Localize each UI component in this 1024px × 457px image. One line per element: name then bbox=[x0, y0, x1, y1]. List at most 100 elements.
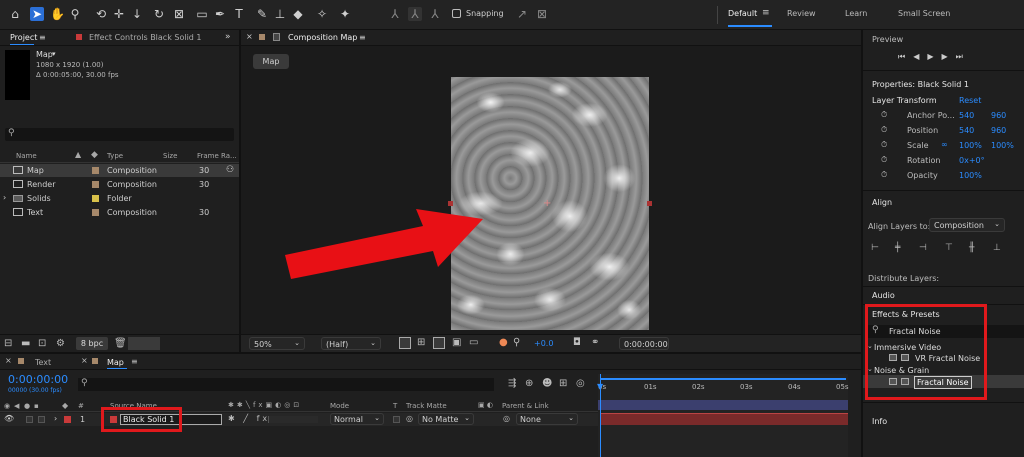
work-area-bar[interactable] bbox=[600, 378, 846, 380]
lock-icon[interactable]: ▪ bbox=[34, 402, 39, 410]
info-title[interactable]: Info bbox=[872, 417, 887, 426]
tab-effect-controls[interactable]: Effect Controls Black Solid 1 bbox=[89, 33, 202, 42]
stopwatch-icon[interactable]: ⏱ bbox=[881, 125, 887, 135]
type-tool-icon[interactable]: T bbox=[232, 7, 246, 21]
switches-icons[interactable]: ✱✱╲fx▣◐◎⊡ bbox=[228, 401, 302, 409]
label-swatch[interactable] bbox=[92, 167, 99, 174]
eraser-tool-icon[interactable]: ◆ bbox=[291, 7, 305, 21]
pan-camera-icon[interactable]: ✛ bbox=[112, 7, 126, 21]
bit-depth-button[interactable]: 8 bpc bbox=[76, 337, 108, 350]
col-t[interactable]: T bbox=[393, 402, 397, 410]
prop-value-y[interactable]: 960 bbox=[991, 111, 1006, 120]
stopwatch-icon[interactable]: ⏱ bbox=[881, 155, 887, 165]
col-mode[interactable]: Mode bbox=[330, 402, 349, 410]
snap-features-icon[interactable]: ⊠ bbox=[535, 7, 549, 21]
expand-chevron-icon[interactable]: » bbox=[225, 32, 231, 42]
audio-toggle-icon[interactable]: ◀ bbox=[14, 402, 19, 410]
solo-icon[interactable]: ● bbox=[24, 402, 30, 410]
stopwatch-icon[interactable]: ⏱ bbox=[881, 110, 887, 120]
stopwatch-icon[interactable]: ⏱ bbox=[881, 140, 887, 150]
layer-switch-boxes[interactable] bbox=[268, 416, 318, 423]
video-toggle-icon[interactable]: ◉ bbox=[4, 402, 10, 410]
tab-composition-map[interactable]: Composition Map bbox=[288, 33, 357, 42]
col-track-matte[interactable]: Track Matte bbox=[406, 402, 447, 410]
col-frame-rate[interactable]: Frame Ra... bbox=[197, 152, 237, 160]
list-item[interactable]: › Solids Folder bbox=[0, 192, 239, 205]
workspace-default[interactable]: Default bbox=[728, 9, 757, 18]
color-channels-icon[interactable]: ● bbox=[499, 337, 508, 348]
eye-icon[interactable]: 👁 bbox=[4, 414, 14, 423]
comp-timecode[interactable]: 0:00:00:00 bbox=[619, 337, 669, 350]
project-thumbnail-toggle[interactable] bbox=[128, 337, 160, 350]
prop-value-x[interactable]: 100% bbox=[959, 141, 982, 150]
tab-project[interactable]: Project bbox=[10, 33, 37, 42]
grid-guide-icon[interactable]: ▭ bbox=[469, 337, 478, 348]
breadcrumb[interactable]: Map bbox=[253, 54, 289, 69]
flowchart-icon[interactable]: ⚇ bbox=[226, 165, 234, 175]
label-swatch[interactable] bbox=[92, 181, 99, 188]
lock-icon[interactable] bbox=[273, 33, 280, 41]
panel-menu-icon[interactable]: ≡ bbox=[39, 33, 46, 42]
pen-tool-icon[interactable]: ✒ bbox=[213, 7, 227, 21]
frame-blending-icon[interactable]: ⊞ bbox=[559, 378, 567, 389]
align-horizontal-center-icon[interactable]: ╪ bbox=[895, 243, 900, 253]
prop-value[interactable]: 0x+0° bbox=[959, 156, 985, 165]
orbit-camera-icon[interactable]: ⟲ bbox=[94, 7, 108, 21]
last-frame-icon[interactable]: ⏭ bbox=[956, 52, 971, 61]
timeline-search-input[interactable]: ⚲ bbox=[78, 378, 494, 391]
align-vertical-center-icon[interactable]: ╫ bbox=[969, 243, 974, 253]
anchor-point-icon[interactable]: + bbox=[543, 198, 551, 209]
constrain-proportions-icon[interactable]: ∞ bbox=[941, 140, 948, 149]
sort-icon[interactable]: ▲ bbox=[75, 150, 81, 159]
parent-pick-whip-icon[interactable]: ◎ bbox=[503, 414, 510, 423]
workspace-review[interactable]: Review bbox=[787, 9, 816, 18]
pick-whip-icon[interactable]: ◎ bbox=[406, 414, 413, 423]
clone-stamp-icon[interactable]: ⊥ bbox=[273, 7, 287, 21]
prop-value-x[interactable]: 540 bbox=[959, 126, 974, 135]
label-swatch[interactable] bbox=[64, 416, 71, 423]
rectangle-tool-icon[interactable]: ▭ bbox=[195, 7, 209, 21]
align-bottom-icon[interactable]: ⊥ bbox=[993, 243, 1001, 253]
parent-dropdown[interactable]: None ⌄ bbox=[516, 413, 578, 425]
align-top-icon[interactable]: ⊤ bbox=[945, 243, 953, 253]
layer-duration-bar[interactable] bbox=[600, 413, 848, 425]
stopwatch-icon[interactable]: ⏱ bbox=[881, 170, 887, 180]
trash-icon[interactable]: 🗑 bbox=[114, 338, 127, 349]
transparency-grid-icon[interactable]: ⊞ bbox=[417, 337, 425, 348]
col-name[interactable]: Name bbox=[16, 152, 37, 160]
solo-checkbox[interactable] bbox=[26, 416, 33, 423]
expand-arrow-icon[interactable]: › bbox=[3, 193, 6, 202]
show-snapshot-icon[interactable]: ⚭ bbox=[591, 337, 599, 348]
draft-3d-icon[interactable]: ⊕ bbox=[525, 378, 533, 389]
home-icon[interactable]: ⌂ bbox=[8, 7, 22, 21]
align-right-icon[interactable]: ⊣ bbox=[919, 243, 927, 253]
dolly-camera-icon[interactable]: ↓ bbox=[130, 7, 144, 21]
new-composition-icon[interactable]: ⊡ bbox=[38, 338, 46, 349]
hand-tool-icon[interactable]: ✋ bbox=[50, 7, 65, 21]
color-management-icon[interactable]: ⚲ bbox=[513, 337, 520, 348]
tab-map[interactable]: Map bbox=[107, 358, 124, 367]
blend-mode-dropdown[interactable]: Normal ⌄ bbox=[330, 413, 384, 425]
table-row[interactable]: 👁 › 1 Black Solid 1 ✱ ╱ fx Normal ⌄ ◎ No… bbox=[0, 413, 600, 426]
close-icon[interactable]: × bbox=[81, 356, 88, 365]
reset-link[interactable]: Reset bbox=[959, 96, 981, 105]
snapshot-camera-icon[interactable]: ◘ bbox=[573, 337, 581, 348]
resolution-dropdown[interactable]: (Half) ⌄ bbox=[321, 337, 381, 350]
col-type[interactable]: Type bbox=[107, 152, 123, 160]
hamburger-icon[interactable]: ≡ bbox=[762, 8, 770, 18]
tab-text[interactable]: Text bbox=[35, 358, 51, 367]
col-parent-link[interactable]: Parent & Link bbox=[502, 402, 549, 410]
panel-menu-icon[interactable]: ≡ bbox=[359, 33, 366, 42]
anchor-point-tool-icon[interactable]: ⊠ bbox=[172, 7, 186, 21]
layer-handle-right[interactable] bbox=[647, 201, 652, 206]
panel-menu-icon[interactable]: ≡ bbox=[131, 357, 138, 366]
list-item[interactable]: Text Composition 30 bbox=[0, 206, 239, 219]
snap-edges-icon[interactable]: ↗ bbox=[515, 7, 529, 21]
workspace-learn[interactable]: Learn bbox=[845, 9, 867, 18]
track-matte-dropdown[interactable]: No Matte ⌄ bbox=[418, 413, 474, 425]
mask-visibility-icon[interactable] bbox=[433, 337, 445, 349]
prop-value-y[interactable]: 100% bbox=[991, 141, 1014, 150]
align-left-icon[interactable]: ⊢ bbox=[871, 243, 879, 253]
close-icon[interactable]: × bbox=[5, 356, 12, 365]
snapping-checkbox[interactable] bbox=[452, 9, 461, 18]
